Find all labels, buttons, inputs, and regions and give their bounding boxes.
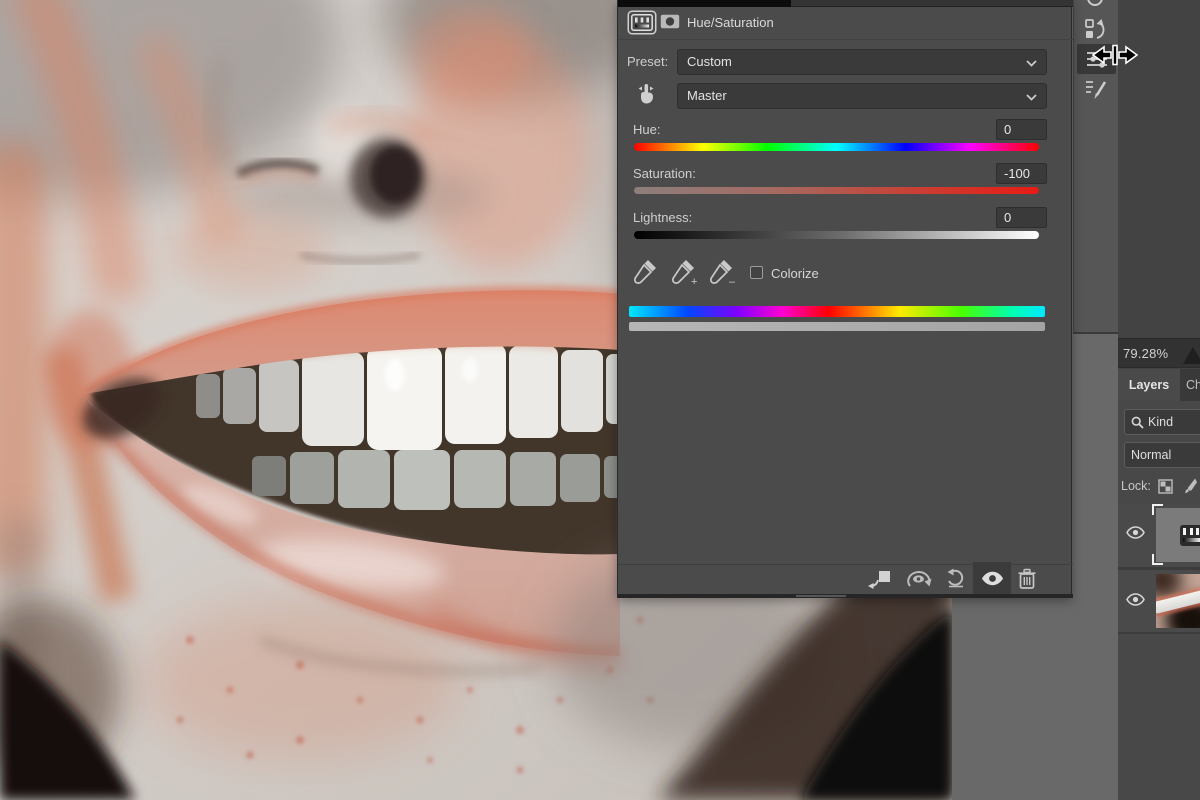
zoom-slider-icon: [1182, 344, 1200, 366]
lightness-slider-track[interactable]: [634, 231, 1039, 239]
layer-visibility-toggle[interactable]: [1126, 593, 1148, 609]
panel-title: Hue/Saturation: [687, 15, 774, 30]
lock-transparency-icon[interactable]: [1158, 479, 1173, 494]
properties-panel: Hue/Saturation Preset: Custom Master Hue…: [617, 0, 1072, 598]
lock-paint-brush-icon[interactable]: [1180, 477, 1197, 495]
eye-icon: [1126, 526, 1145, 539]
layer-row-adjustment[interactable]: [1118, 503, 1200, 567]
layer-divider: [1118, 632, 1200, 634]
colorize-label: Colorize: [771, 266, 819, 281]
view-previous-state-icon[interactable]: [904, 568, 934, 590]
layer-mask-icon[interactable]: [660, 14, 680, 34]
preset-label: Preset:: [627, 54, 668, 69]
lightness-label: Lightness:: [633, 210, 692, 225]
eye-icon: [981, 571, 1004, 586]
panel-drag-handle[interactable]: [796, 595, 846, 597]
chevron-down-icon: [1026, 60, 1037, 67]
subtract-eyedropper-icon[interactable]: –: [708, 258, 738, 286]
history-panel-icon[interactable]: [1084, 16, 1108, 42]
colorize-checkbox[interactable]: [750, 266, 763, 279]
blend-mode-value: Normal: [1131, 448, 1171, 462]
layer-filter-dropdown[interactable]: Kind: [1124, 409, 1200, 435]
preset-value: Custom: [687, 54, 732, 69]
chevron-down-icon: [1026, 94, 1037, 101]
lock-label: Lock:: [1121, 479, 1151, 493]
adjusted-spectrum-bar: [629, 322, 1045, 331]
hue-spectrum-bar: [629, 306, 1045, 317]
layer-row-photo[interactable]: [1118, 570, 1200, 632]
hue-label: Hue:: [633, 122, 660, 137]
layers-panel-column: 79.28% Layers Ch Kind Normal Lock:: [1118, 0, 1200, 800]
panel-tab-bar: Layers Ch: [1118, 369, 1200, 401]
layer-filter-value: Kind: [1148, 415, 1173, 429]
selection-bracket: [1152, 554, 1163, 565]
layers-panel-content: Kind Normal Lock:: [1118, 401, 1200, 800]
reset-adjustment-icon[interactable]: [944, 568, 968, 589]
search-icon: [1131, 416, 1144, 429]
clipped-panel-icon[interactable]: [1087, 0, 1103, 6]
saturation-label: Saturation:: [633, 166, 696, 181]
eye-icon: [1126, 593, 1145, 606]
hue-saturation-adjustment-icon: [629, 12, 655, 33]
saturation-slider-track[interactable]: [634, 187, 1039, 194]
saturation-value-field[interactable]: -100: [996, 163, 1047, 184]
tab-channels[interactable]: Ch: [1186, 369, 1200, 401]
add-eyedropper-icon[interactable]: +: [670, 258, 700, 286]
zoom-level-field[interactable]: 79.28%: [1123, 346, 1168, 361]
svg-text:+: +: [691, 276, 697, 286]
blend-mode-dropdown[interactable]: Normal: [1124, 442, 1200, 468]
status-bar: 79.28%: [1118, 338, 1200, 368]
photoshop-screen: 79.28% Layers Ch Kind Normal Lock:: [0, 0, 1200, 800]
properties-footer: [618, 564, 1073, 594]
eyedropper-icon[interactable]: [632, 258, 658, 286]
delete-adjustment-trash-icon[interactable]: [1017, 568, 1037, 590]
panel-top-edge: [618, 0, 791, 7]
hue-saturation-glyph: [1180, 525, 1200, 546]
selection-bracket: [1152, 504, 1163, 515]
preset-dropdown[interactable]: Custom: [677, 49, 1047, 75]
layer-visibility-toggle[interactable]: [1126, 526, 1148, 542]
hue-value-field[interactable]: 0: [996, 119, 1047, 140]
photo-layer-thumbnail[interactable]: [1156, 574, 1200, 628]
lightness-value-field[interactable]: 0: [996, 207, 1047, 228]
brush-settings-panel-icon[interactable]: [1084, 78, 1108, 100]
hue-slider-track[interactable]: [634, 143, 1039, 151]
layer-visibility-active-cell[interactable]: [973, 562, 1011, 595]
svg-text:–: –: [729, 276, 736, 286]
properties-header: Hue/Saturation: [618, 7, 1073, 40]
horizontal-resize-cursor: [1092, 42, 1138, 68]
panel-top-edge: [791, 0, 1073, 7]
targeted-adjustment-tool-icon[interactable]: [633, 82, 659, 106]
lock-row: Lock:: [1121, 475, 1200, 497]
channel-value: Master: [687, 88, 727, 103]
tab-layers[interactable]: Layers: [1118, 369, 1180, 401]
channel-dropdown[interactable]: Master: [677, 83, 1047, 109]
clip-to-layer-icon[interactable]: [867, 569, 893, 589]
